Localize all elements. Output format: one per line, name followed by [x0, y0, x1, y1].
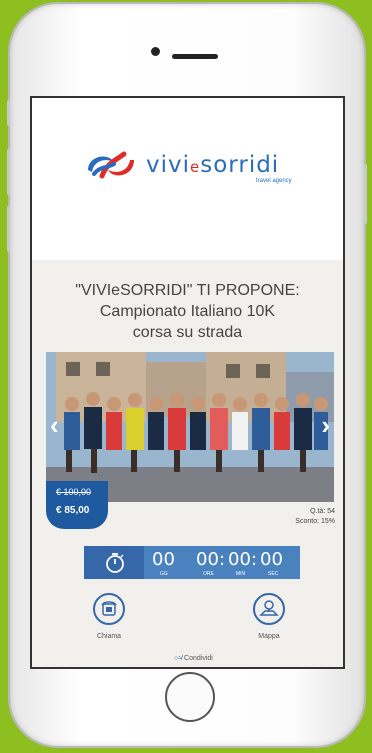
image-slider[interactable]: ‹ ›: [46, 352, 334, 502]
brand-logo[interactable]: viviesorridi travel agency: [84, 148, 314, 193]
logo-text: viviesorridi: [146, 152, 280, 178]
logo-e: e: [190, 158, 201, 176]
phone-icon: [101, 601, 117, 616]
call-button[interactable]: Chiama: [84, 593, 134, 640]
countdown-hours: 00: [196, 549, 219, 570]
phone-frame: viviesorridi travel agency "VIVIeSORRIDI…: [7, 4, 367, 746]
countdown-minutes-label: MIN: [236, 571, 246, 577]
map-icon-circle: [253, 593, 285, 625]
logo-subtitle: travel agency: [256, 178, 292, 184]
earpiece-speaker: [172, 54, 218, 59]
header: viviesorridi travel agency: [32, 98, 343, 260]
slider-prev-arrow[interactable]: ‹: [50, 410, 59, 441]
offer-info: Q.tà: 54 Sconto: 15%: [295, 507, 335, 527]
race-photo: [46, 352, 334, 502]
volume-up-button: [7, 149, 10, 195]
countdown-icon-box: [84, 546, 144, 579]
price-new: € 85,00: [56, 505, 90, 516]
volume-down-button: [7, 206, 10, 252]
promo-title-line1: "VIVIeSORRIDI" TI PROPONE:: [75, 282, 300, 299]
price-old: € 100,00: [56, 487, 92, 497]
call-icon-circle: [93, 593, 125, 625]
price-badge: € 100,00 € 85,00: [46, 481, 108, 529]
share-label: Condividi: [184, 655, 213, 662]
countdown-days: 00: [152, 549, 175, 570]
quantity-text: Q.tà: 54: [310, 508, 335, 515]
countdown-hours-label: ORE: [203, 571, 214, 577]
front-camera: [151, 47, 160, 56]
mute-switch: [7, 100, 10, 126]
share-icon: ○≉: [174, 655, 183, 662]
countdown-days-label: GG: [160, 571, 168, 577]
countdown-seconds: 00: [260, 549, 283, 570]
countdown-seconds-label: SEC: [268, 571, 279, 577]
promo-title: "VIVIeSORRIDI" TI PROPONE: Campionato It…: [32, 280, 343, 343]
countdown-sep1: :: [219, 549, 226, 570]
countdown-minutes: 00: [228, 549, 251, 570]
map-label: Mappa: [258, 633, 280, 640]
countdown-timer: 00 00 : 00 : 00 GG ORE MIN SEC: [84, 546, 300, 579]
countdown-sep2: :: [251, 549, 258, 570]
promo-title-line2: Campionato Italiano 10K: [99, 303, 276, 320]
logo-mark-icon: [88, 151, 134, 179]
map-button[interactable]: Mappa: [244, 593, 294, 640]
discount-text: Sconto: 15%: [295, 518, 335, 525]
slider-next-arrow[interactable]: ›: [321, 410, 330, 441]
share-button[interactable]: ○≉ Condividi: [174, 655, 213, 662]
promo-title-line3: corsa su strada: [132, 324, 243, 341]
map-icon: [259, 600, 279, 616]
stopwatch-icon: [106, 553, 124, 573]
call-label: Chiama: [96, 633, 122, 640]
home-button[interactable]: [165, 672, 215, 722]
power-button: [364, 164, 367, 224]
app-screen: viviesorridi travel agency "VIVIeSORRIDI…: [30, 96, 345, 669]
